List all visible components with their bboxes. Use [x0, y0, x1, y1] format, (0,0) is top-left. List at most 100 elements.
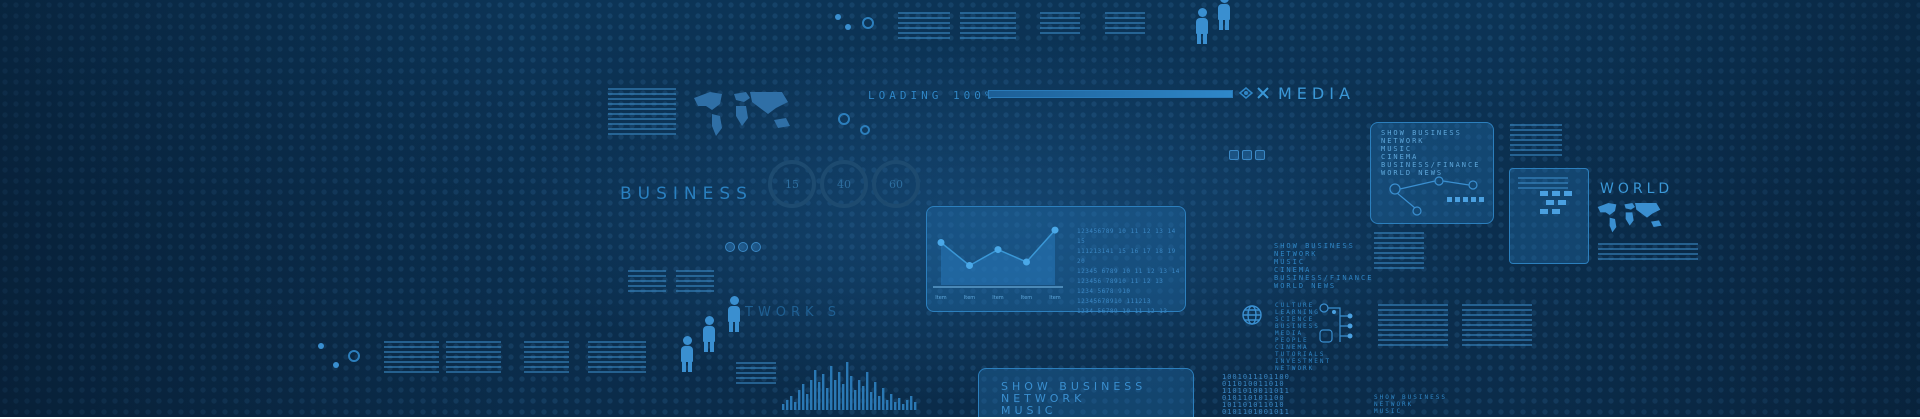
text-block [1518, 177, 1568, 192]
equalizer-bar [834, 380, 837, 410]
panel-item: CINEMA [1381, 153, 1419, 161]
binary-readout: 1001011101100 011010011010 1101010011011… [1222, 374, 1290, 416]
panel-item: BUSINESS/FINANCE [1381, 161, 1481, 169]
node-icon [860, 125, 870, 135]
play-icon [1229, 150, 1239, 160]
ring-value: 15 [785, 177, 799, 191]
equalizer-bar [802, 384, 805, 410]
stop-icon [751, 242, 761, 252]
node-icon [838, 113, 850, 125]
text-block [524, 341, 569, 376]
equalizer-bar [806, 394, 809, 410]
chart-x-label: Item [992, 295, 1004, 301]
world-panel [1509, 168, 1589, 264]
text-block [446, 341, 501, 376]
equalizer-bar [846, 362, 849, 410]
equalizer-bar [814, 370, 817, 410]
globe-icon [1242, 305, 1262, 325]
binary-row: 0101101001011 [1222, 408, 1290, 416]
equalizer-bar [826, 388, 829, 410]
node-icon [348, 350, 360, 362]
bottom-news-panel: SHOW BUSINESS NETWORK MUSIC [978, 368, 1194, 417]
chart-point [994, 246, 1002, 254]
chart-x-label: Item [964, 295, 976, 301]
network-label: TWORK S [745, 305, 841, 320]
list-item: MUSIC [1374, 408, 1403, 415]
list-item: TUTORIALS [1275, 351, 1326, 358]
text-block [1105, 12, 1145, 37]
left-shade [0, 0, 520, 417]
chart-data-row: 1234 56789 10 11 12 13 [1077, 308, 1168, 315]
chart-data-row: 12345678910 111213 [1077, 298, 1152, 305]
equalizer-bar [866, 372, 869, 410]
line-chart: Item Item Item Item Item [933, 226, 1063, 301]
text-block [960, 12, 1016, 42]
equalizer-bar [838, 372, 841, 410]
chart-data-row: 123456 78910 11 12 13 [1077, 278, 1164, 285]
chart-data-row: 123456789 10 11 12 13 14 15 [1077, 228, 1176, 245]
list-item: BUSINESS/FINANCE [1274, 274, 1374, 282]
list-item: NETWORK [1374, 401, 1414, 408]
ring-gauge-3: 60 [872, 160, 920, 208]
chart-data-row: 12345 6789 10 11 12 13 14 [1077, 268, 1180, 275]
pause-icon [1242, 150, 1252, 160]
chart-data-row: 111213141 15 16 17 18 19 20 [1077, 248, 1176, 265]
ring-gauge-2: 40 [820, 160, 868, 208]
world-map-icon [694, 92, 790, 136]
equalizer-bar [870, 392, 873, 410]
chart-x-label: Item [935, 295, 947, 301]
equalizer-bar [854, 390, 857, 410]
bottom-panel-list: SHOW BUSINESS NETWORK MUSIC [1001, 381, 1146, 417]
text-block [628, 270, 666, 295]
media-button-group-2 [725, 242, 761, 252]
list-item: NETWORK [1274, 250, 1318, 258]
panel-item: SHOW BUSINESS [1381, 129, 1462, 137]
chart-area [941, 230, 1055, 285]
panel-item: NETWORK [1381, 137, 1425, 145]
equalizer-bar [790, 396, 793, 410]
chart-x-label: Item [1049, 295, 1061, 301]
text-block [588, 341, 646, 376]
equalizer-bar [902, 404, 905, 410]
list-item: INVESTMENT [1275, 358, 1332, 365]
category-list: SHOW BUSINESS NETWORK MUSIC CINEMA BUSIN… [1274, 242, 1373, 290]
chart-x-label: Item [1021, 295, 1033, 301]
equalizer-bar [842, 384, 845, 410]
person-icon [681, 336, 693, 372]
business-title: BUSINESS [620, 184, 753, 204]
text-block [1510, 124, 1562, 159]
equalizer-bar [886, 400, 889, 410]
pause-icon [738, 242, 748, 252]
text-block [608, 88, 676, 138]
text-block [1040, 12, 1080, 37]
ring-value: 40 [837, 177, 851, 191]
node-dot [333, 362, 339, 368]
news-panel-list: SHOW BUSINESS NETWORK MUSIC CINEMA BUSIN… [1381, 129, 1480, 177]
text-block [1598, 243, 1698, 263]
text-block [1462, 304, 1532, 349]
list-item: MUSIC [1274, 258, 1306, 266]
panel-item: MUSIC [1381, 145, 1413, 153]
list-item: WORLD NEWS [1274, 282, 1337, 290]
text-block [898, 12, 950, 42]
node-dot [845, 24, 851, 30]
list-item: NETWORK [1275, 365, 1315, 372]
loading-progress-bar [988, 90, 1233, 98]
equalizer-bar [850, 376, 853, 410]
flow-diagram-icon [1389, 176, 1484, 216]
equalizer-bar [882, 388, 885, 410]
world-title: WORLD [1600, 181, 1674, 197]
node-dot [318, 343, 324, 349]
chart-panel: Item Item Item Item Item 123456789 10 11 12 … [926, 206, 1186, 315]
chart-data-rows: 123456789 10 11 12 13 14 15 111213141 15… [1077, 227, 1185, 317]
text-block [384, 341, 439, 376]
world-map-icon-right [1597, 203, 1662, 233]
text-block [1378, 304, 1448, 349]
node-icon [862, 17, 874, 29]
network-tree-icon [1319, 303, 1353, 343]
stop-icon [1255, 150, 1265, 160]
equalizer-bar [862, 386, 865, 410]
equalizer-bar [858, 380, 861, 410]
equalizer-bar [906, 400, 909, 410]
equalizer-bar [890, 394, 893, 410]
